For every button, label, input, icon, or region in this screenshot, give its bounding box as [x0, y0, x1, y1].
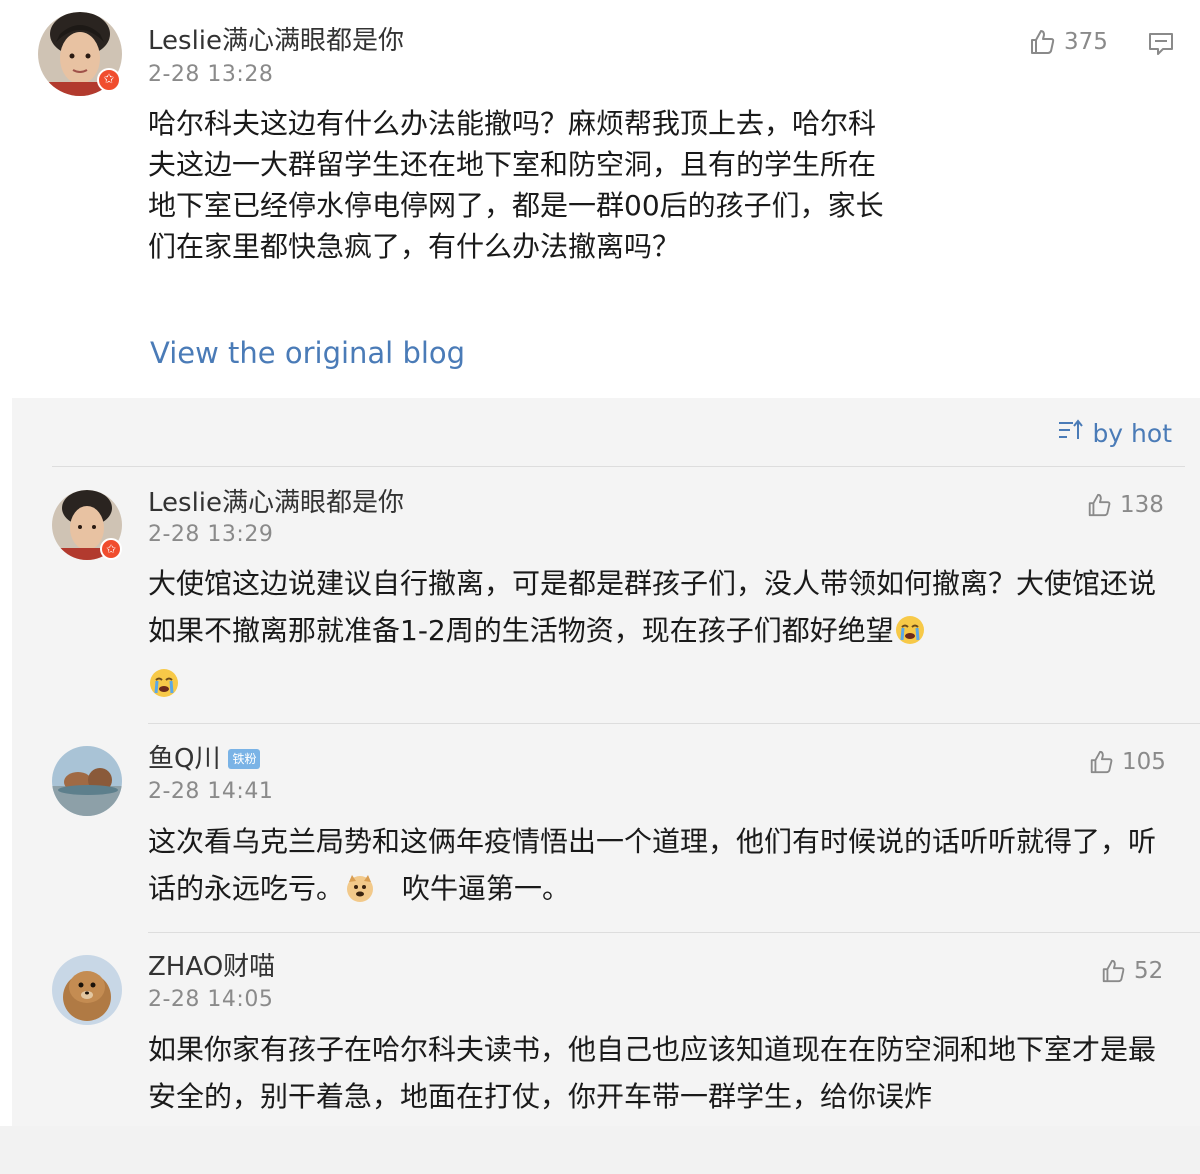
comment-text: 如果你家有孩子在哈尔科夫读书，他自己也应该知道现在在防空洞和地下室才是最安全的，… — [148, 1033, 1157, 1113]
comment-icon — [1147, 33, 1175, 61]
sort-label: by hot — [1092, 418, 1172, 448]
thumbs-up-icon — [1088, 749, 1114, 775]
like-button[interactable]: 52 — [1100, 958, 1163, 984]
comment-text: 大使馆这边说建议自行撤离，可是都是群孩子们，没人带领如何撤离？大使馆还说如果不撤… — [148, 560, 1172, 713]
timestamp: 2-28 13:29 — [148, 522, 274, 547]
divider — [52, 466, 1185, 467]
sort-icon — [1058, 418, 1084, 448]
post-text: 哈尔科夫这边有什么办法能撤吗？麻烦帮我顶上去，哈尔科夫这边一大群留学生还在地下室… — [148, 107, 884, 263]
crying-face-icon — [894, 613, 926, 660]
timestamp: 2-28 14:41 — [148, 779, 274, 804]
comment-text: 这次看乌克兰局势和这俩年疫情悟出一个道理，他们有时候说的话听听就得了，听话的永远… — [148, 818, 1172, 918]
thumbs-up-icon — [1100, 958, 1126, 984]
username[interactable]: 鱼Q川 铁粉 — [148, 738, 261, 775]
fan-badge: 铁粉 — [228, 749, 261, 769]
comment-body: 大使馆这边说建议自行撤离，可是都是群孩子们，没人带领如何撤离？大使馆还说如果不撤… — [148, 567, 1157, 647]
like-count: 52 — [1134, 958, 1164, 984]
timestamp: 2-28 14:05 — [148, 987, 274, 1012]
like-button[interactable]: 138 — [1086, 492, 1164, 518]
avatar[interactable] — [52, 955, 122, 1025]
doge-face-icon — [344, 871, 376, 918]
divider — [148, 932, 1200, 933]
comments-section: by hot ✩ Leslie满心满眼都是你 2-28 13:29 138 大使… — [12, 398, 1200, 1126]
crying-face-icon — [148, 666, 180, 713]
username-text: 鱼Q川 — [148, 744, 221, 774]
thumbs-up-icon — [1086, 492, 1112, 518]
comment-button[interactable] — [1147, 31, 1175, 61]
like-count: 375 — [1064, 29, 1108, 55]
username[interactable]: ZHAO财喵 — [148, 946, 275, 983]
comment-body: 这次看乌克兰局势和这俩年疫情悟出一个道理，他们有时候说的话听听就得了，听话的永远… — [148, 825, 1157, 905]
like-count: 105 — [1122, 749, 1166, 775]
timestamp: 2-28 13:28 — [148, 62, 274, 87]
comment-body-end: 吹牛逼第一。 — [402, 872, 571, 905]
avatar[interactable] — [52, 746, 122, 816]
like-count: 138 — [1120, 492, 1164, 518]
username[interactable]: Leslie满心满眼都是你 — [148, 482, 404, 519]
like-button[interactable]: 375 — [1028, 28, 1108, 56]
verified-badge-icon: ✩ — [100, 538, 122, 560]
divider — [148, 723, 1200, 724]
original-post: ✩ Leslie满心满眼都是你 2-28 13:28 375 哈尔科夫这边有什么… — [0, 0, 1200, 398]
username[interactable]: Leslie满心满眼都是你 — [148, 20, 404, 57]
verified-badge-icon: ✩ — [97, 68, 121, 92]
sort-button[interactable]: by hot — [1058, 418, 1172, 448]
bottom-bar — [0, 1126, 1200, 1174]
like-button[interactable]: 105 — [1088, 749, 1166, 775]
thumbs-up-icon — [1028, 28, 1056, 56]
view-original-link[interactable]: View the original blog — [150, 336, 465, 370]
